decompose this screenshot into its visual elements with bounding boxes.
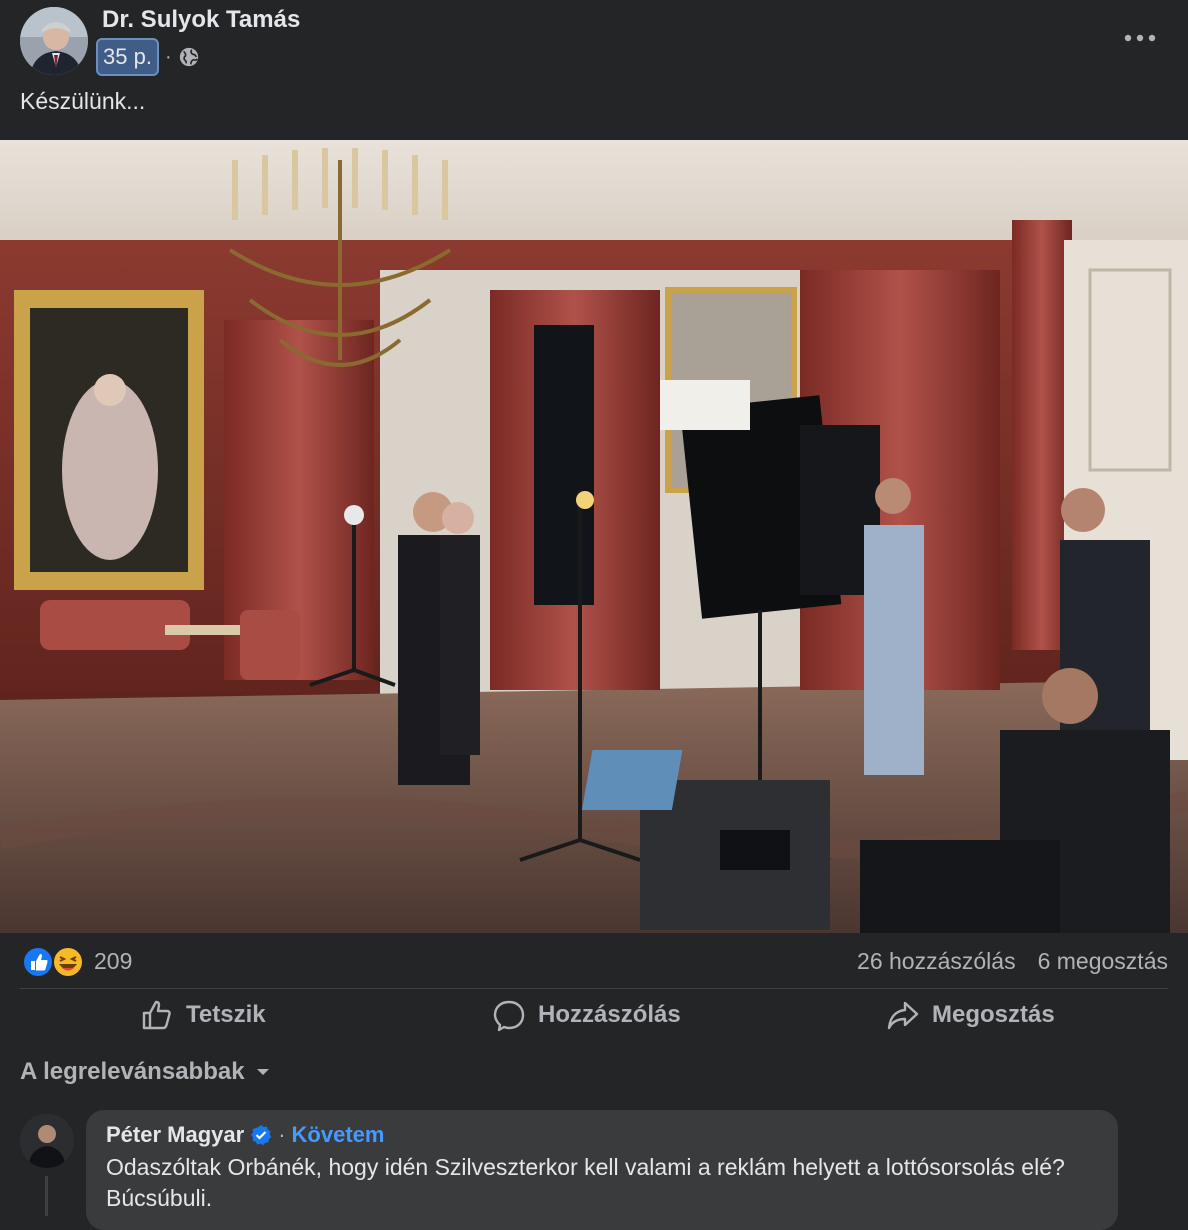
share-icon (887, 1001, 919, 1030)
commenter-avatar[interactable] (20, 1114, 74, 1168)
more-horizontal-icon[interactable] (1122, 26, 1158, 50)
commenter-name[interactable]: Péter Magyar (106, 1122, 244, 1148)
post-header: Dr. Sulyok Tamás 35 p. · (0, 0, 1188, 88)
meta-separator: · (164, 45, 172, 68)
like-reaction-icon (22, 946, 54, 978)
post-meta: 35 p. · (96, 38, 200, 76)
verified-badge-icon (251, 1125, 272, 1146)
like-button[interactable]: Tetszik (140, 988, 266, 1042)
comments-count[interactable]: 26 hozzászólás (857, 948, 1016, 975)
reactions-row: 209 26 hozzászólás 6 megosztás (0, 940, 1188, 986)
haha-reaction-icon (52, 946, 84, 978)
reaction-icons[interactable] (22, 946, 88, 978)
comment-separator: · (278, 1122, 286, 1147)
comment-text: Odaszóltak Orbánék, hogy idén Szilveszte… (106, 1154, 1065, 1211)
shares-count[interactable]: 6 megosztás (1038, 948, 1168, 975)
thread-line (45, 1176, 48, 1216)
sort-label: A legrelevánsabbak (20, 1058, 245, 1085)
share-label: Megosztás (932, 1001, 1055, 1028)
comment-header: Péter Magyar · Követem (106, 1122, 384, 1148)
post-actions: Tetszik Hozzászólás Megosztás (0, 988, 1188, 1042)
reaction-count[interactable]: 209 (94, 948, 132, 975)
post-text: Készülünk... (20, 88, 146, 114)
author-name[interactable]: Dr. Sulyok Tamás (102, 6, 300, 34)
thumbs-up-icon (142, 1000, 171, 1030)
follow-link[interactable]: Követem (292, 1122, 385, 1148)
comment-sort-dropdown[interactable]: A legrelevánsabbak (20, 1058, 271, 1086)
like-label: Tetszik (186, 1001, 266, 1028)
post-stats: 26 hozzászólás 6 megosztás (857, 948, 1168, 975)
author-avatar[interactable] (20, 7, 88, 75)
comment-button[interactable]: Hozzászólás (492, 988, 681, 1042)
post-timestamp[interactable]: 35 p. (96, 38, 159, 76)
share-button[interactable]: Megosztás (886, 988, 1055, 1042)
caret-down-icon (256, 1069, 269, 1075)
comment-icon (493, 1000, 525, 1032)
post-photo[interactable] (0, 140, 1188, 933)
comment-bubble: Péter Magyar · Követem Odaszóltak Orbáné… (86, 1110, 1118, 1230)
globe-icon[interactable] (178, 46, 200, 68)
comment-label: Hozzászólás (538, 1001, 681, 1028)
